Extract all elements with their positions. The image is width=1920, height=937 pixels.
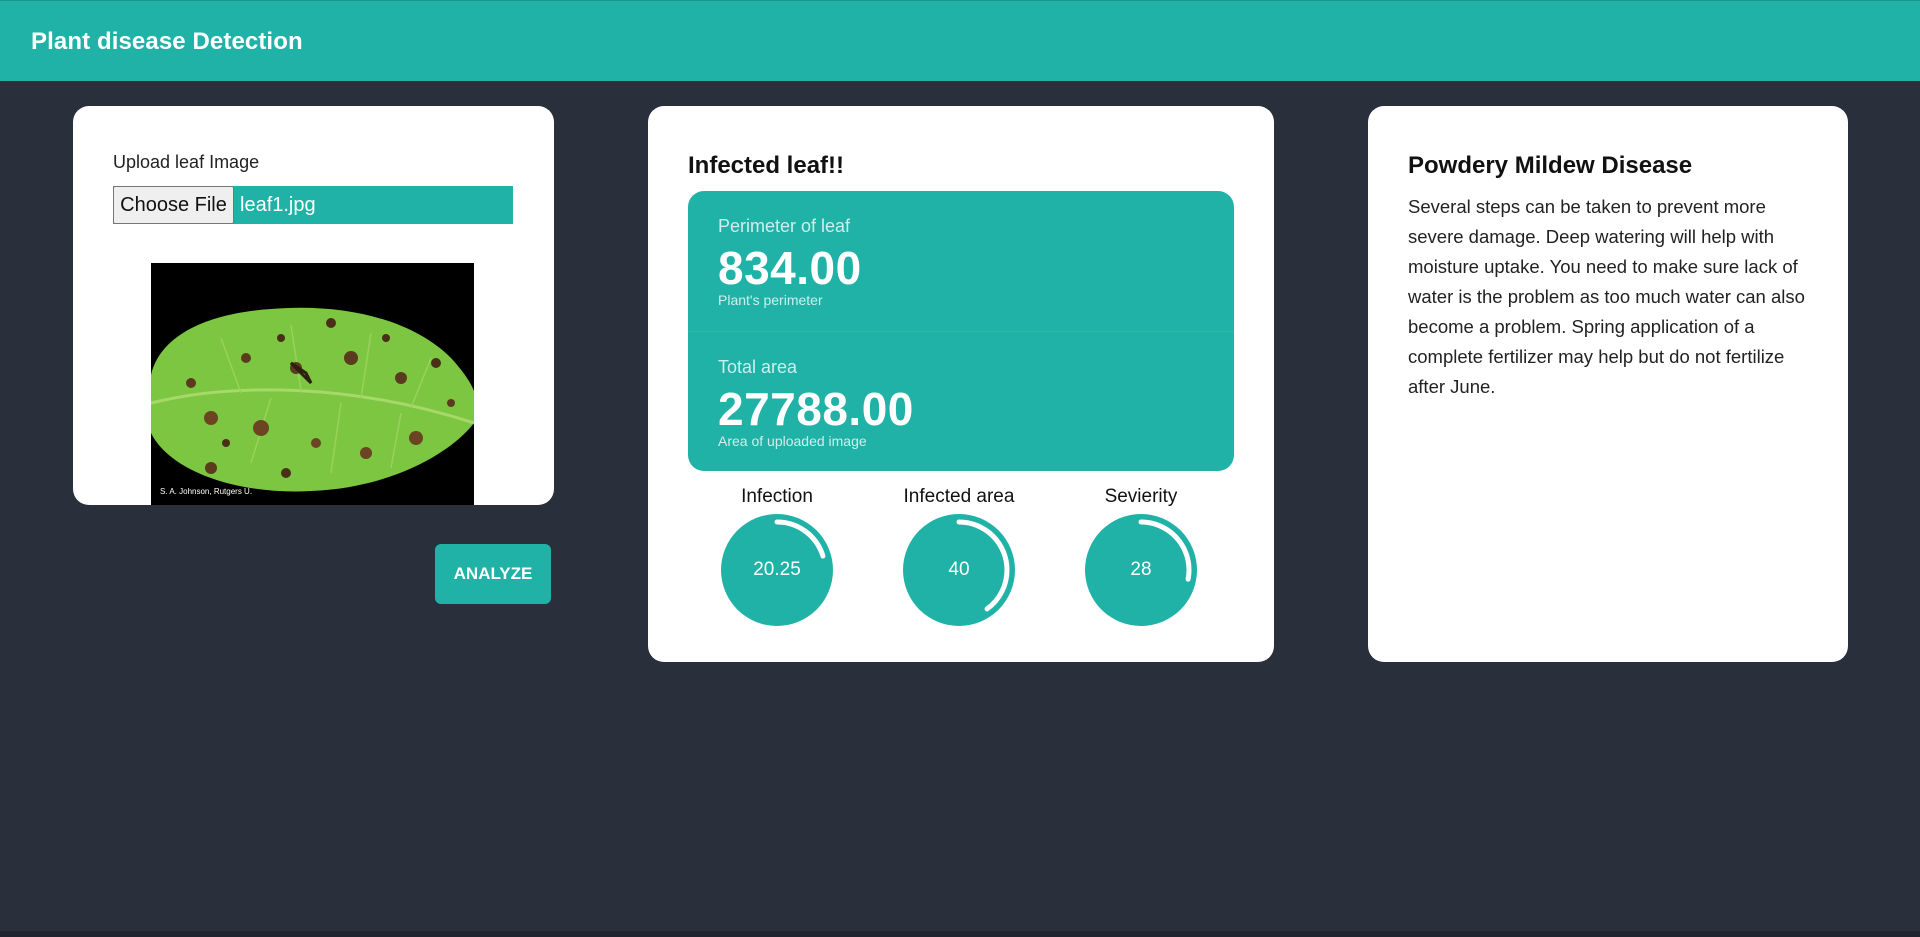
perimeter-sub: Plant's perimeter (718, 292, 823, 308)
gauge-value: 20.25 (753, 559, 801, 580)
app-title[interactable]: Plant disease Detection (31, 28, 303, 56)
gauge-value: 40 (948, 559, 970, 580)
image-credit: S. A. Johnson, Rutgers U. (160, 487, 253, 496)
leaf-image-icon (150, 263, 475, 505)
gauge-severity: Sevierity 28 (1066, 486, 1216, 636)
area-value: 27788.00 (718, 383, 914, 435)
top-navbar: Plant disease Detection (0, 0, 1920, 81)
selected-file-name: leaf1.jpg (240, 194, 316, 216)
disease-title: Powdery Mildew Disease (1408, 152, 1693, 179)
bottom-edge (0, 931, 1920, 937)
choose-file-button[interactable]: Choose File (113, 186, 234, 224)
perimeter-value: 834.00 (718, 242, 862, 294)
disease-info-card: Powdery Mildew Disease Several steps can… (1368, 106, 1848, 662)
file-input[interactable]: Choose File leaf1.jpg (113, 186, 513, 224)
gauge-infection: Infection 20.25 (702, 486, 852, 636)
stat-divider (688, 331, 1234, 332)
result-card: Infected leaf!! Perimeter of leaf 834.00… (648, 106, 1274, 662)
gauge-label: Infection (741, 486, 813, 507)
upload-label: Upload leaf Image (113, 152, 260, 172)
gauge-infected-area: Infected area 40 (884, 486, 1034, 636)
upload-card: Upload leaf Image Choose File leaf1.jpg (73, 106, 554, 505)
gauge-label: Sevierity (1104, 486, 1178, 507)
perimeter-label: Perimeter of leaf (718, 216, 851, 236)
leaf-image-preview: S. A. Johnson, Rutgers U. (150, 263, 475, 505)
gauge-label: Infected area (903, 486, 1015, 507)
disease-description: Several steps can be taken to prevent mo… (1408, 196, 1805, 397)
gauge-value: 28 (1130, 559, 1152, 580)
area-label: Total area (718, 357, 798, 377)
result-title: Infected leaf!! (688, 152, 845, 179)
analyze-button[interactable]: ANALYZE (435, 544, 551, 604)
area-sub: Area of uploaded image (718, 433, 867, 449)
stats-panel: Perimeter of leaf 834.00 Plant's perimet… (688, 191, 1234, 471)
